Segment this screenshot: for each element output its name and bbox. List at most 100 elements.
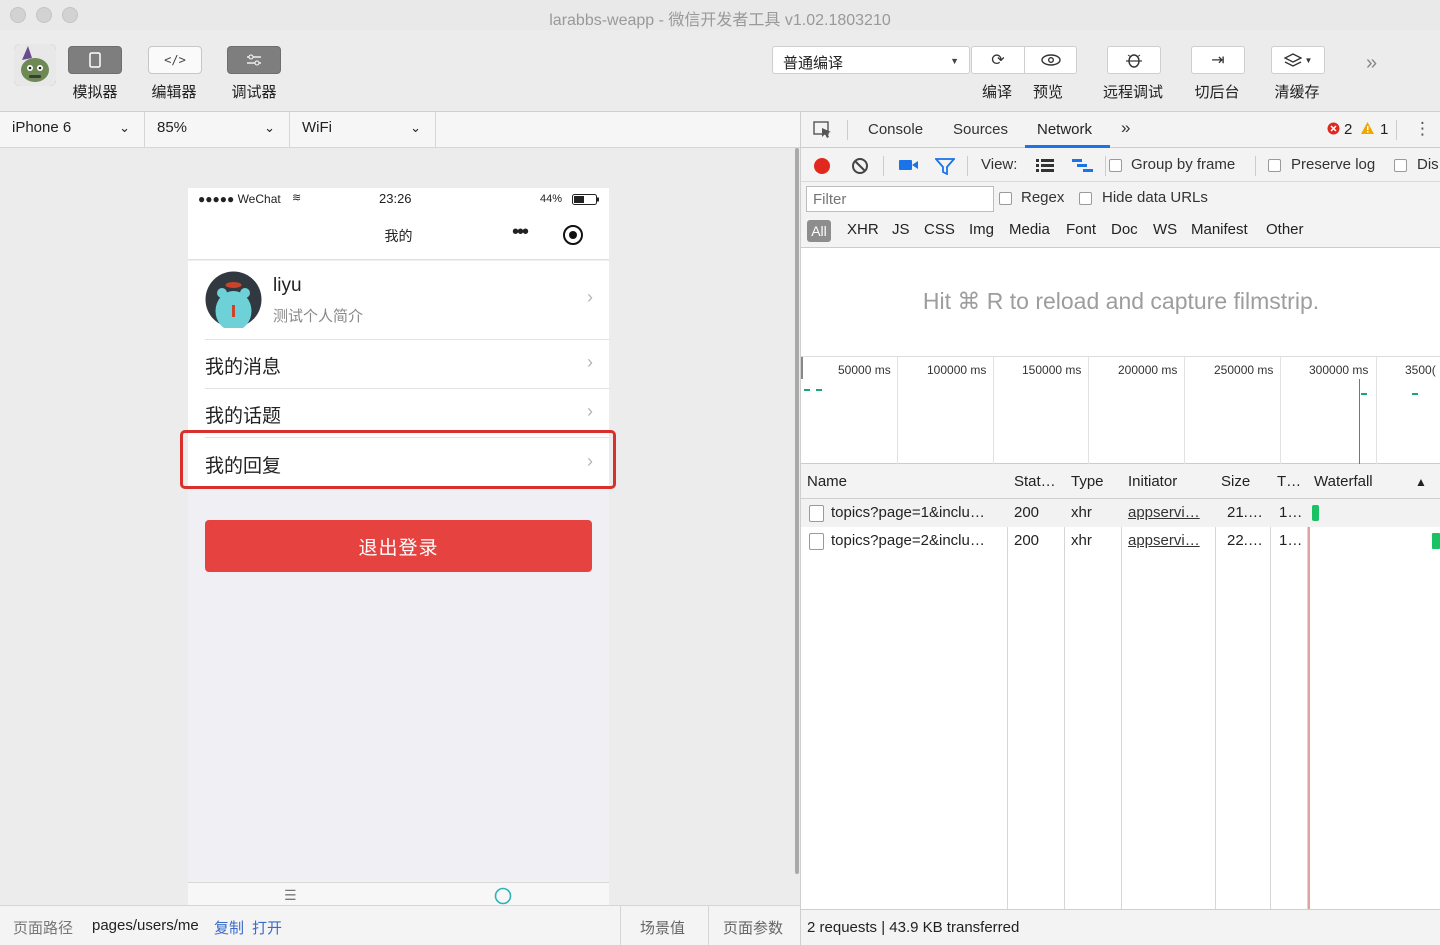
inspect-element-icon[interactable] [813,121,833,139]
request-initiator[interactable]: appservi… [1128,504,1210,521]
hide-data-urls-label: Hide data URLs [1102,189,1208,206]
column-header-waterfall[interactable]: Waterfall [1314,473,1373,490]
column-header-initiator[interactable]: Initiator [1128,473,1177,490]
filter-type-all[interactable]: All [807,220,831,242]
compile-preview-group: ⟳ [971,46,1077,74]
waterfall-load-line [1308,499,1310,909]
table-row[interactable]: topics?page=1&inclu… 200 xhr appservi… 2… [801,499,1440,527]
debugger-toggle-button[interactable] [227,46,281,74]
simulator-toggle-button[interactable] [68,46,122,74]
user-avatar[interactable] [14,44,56,86]
filter-type-js[interactable]: JS [892,221,910,238]
list-tab-icon[interactable]: ☰ [284,887,297,904]
page-params-button[interactable]: 页面参数 [723,917,783,938]
filter-type-xhr[interactable]: XHR [847,221,879,238]
filter-type-css[interactable]: CSS [924,221,955,238]
column-header-size[interactable]: Size [1221,473,1250,490]
network-overview[interactable]: 50000 ms 100000 ms 150000 ms 200000 ms 2… [801,356,1440,465]
table-row[interactable]: topics?page=2&inclu… 200 xhr appservi… 2… [801,527,1440,555]
filter-type-font[interactable]: Font [1066,221,1096,238]
warning-count[interactable]: 1 [1380,121,1388,138]
clear-cache-button[interactable]: ▼ [1271,46,1325,74]
column-header-type[interactable]: Type [1071,473,1104,490]
filter-type-media[interactable]: Media [1009,221,1050,238]
chevron-down-icon: ⌄ [264,120,275,135]
warning-icon [1361,122,1374,134]
bug-icon [1108,47,1160,73]
panel-splitter[interactable] [795,148,799,874]
devtools-panel: Console Sources Network » 2 1 ⋮ View: Gr… [800,112,1440,945]
disable-cache-checkbox[interactable] [1394,159,1407,172]
page-path-label: 页面路径 [13,920,74,937]
monster-avatar-icon [14,44,56,86]
preview-button[interactable] [1024,47,1076,73]
overview-load-line [1359,379,1360,465]
compile-button[interactable]: ⟳ [972,47,1024,73]
kebab-menu-icon[interactable]: ⋮ [1414,119,1431,139]
request-initiator[interactable]: appservi… [1128,532,1210,549]
preserve-log-checkbox[interactable] [1268,159,1281,172]
network-select[interactable]: WiFi ⌄ [290,112,436,147]
clear-cache-label: 清缓存 [1274,84,1320,101]
device-model-select[interactable]: iPhone 6 ⌄ [0,112,145,147]
zoom-value: 85% [157,119,188,136]
divider [883,156,884,176]
copy-path-link[interactable]: 复制 [214,917,244,938]
group-by-frame-checkbox[interactable] [1109,159,1122,172]
request-status: 200 [1014,532,1040,549]
clear-icon[interactable] [851,157,869,175]
filter-type-manifest[interactable]: Manifest [1191,221,1248,238]
tab-network[interactable]: Network [1037,121,1092,138]
file-icon [809,533,824,550]
regex-label: Regex [1021,189,1065,206]
overview-activity-mark [1361,393,1367,395]
more-tools-chevron-icon[interactable]: » [1366,52,1377,75]
divider [847,120,848,140]
regex-checkbox[interactable] [999,192,1012,205]
carrier-signal: ●●●●● WeChat [198,192,281,206]
waterfall-view-icon[interactable] [1072,159,1094,173]
profile-row[interactable]: liyu 测试个人简介 › [205,261,609,340]
overview-activity-mark [804,389,822,391]
filter-icon[interactable] [935,157,955,175]
scene-value-button[interactable]: 场景值 [640,917,685,938]
filter-type-other[interactable]: Other [1266,221,1304,238]
compile-mode-select[interactable]: 普通编译 ▼ [772,46,970,74]
zoom-select[interactable]: 85% ⌄ [145,112,290,147]
network-filter-bar: Regex Hide data URLs All XHR JS CSS Img … [801,182,1440,248]
column-header-time[interactable]: T… [1277,473,1301,490]
background-button[interactable]: ⇥ [1191,46,1245,74]
sliders-icon [247,54,261,66]
logout-button[interactable]: 退出登录 [205,520,592,572]
close-miniprogram-icon[interactable] [562,224,584,246]
error-count[interactable]: 2 [1344,121,1352,138]
remote-debug-button[interactable] [1107,46,1161,74]
preview-label: 预览 [1032,84,1063,101]
wifi-icon: ≋ [292,192,302,204]
request-name: topics?page=1&inclu… [831,504,985,521]
column-header-status[interactable]: Stat… [1014,473,1056,490]
tab-console[interactable]: Console [868,121,923,138]
filter-type-ws[interactable]: WS [1153,221,1177,238]
menu-item-messages[interactable]: 我的消息 › [205,340,609,389]
user-tab-icon[interactable] [494,887,512,905]
record-icon[interactable] [813,157,831,175]
open-path-link[interactable]: 打开 [252,917,282,938]
filter-type-img[interactable]: Img [969,221,994,238]
column-header-name[interactable]: Name [807,473,847,490]
menu-item-label: 我的消息 [205,357,282,378]
sort-ascending-icon[interactable]: ▲ [1415,475,1427,489]
nav-title: 我的 [384,228,413,244]
hide-data-urls-checkbox[interactable] [1079,192,1092,205]
editor-toggle-button[interactable]: </> [148,46,202,74]
tab-sources[interactable]: Sources [953,121,1008,138]
more-dots-icon[interactable]: ••• [512,221,529,244]
list-view-icon[interactable] [1036,159,1054,173]
filter-type-doc[interactable]: Doc [1111,221,1138,238]
filter-input[interactable] [806,186,994,212]
network-value: WiFi [302,119,332,136]
window-title: larabbs-weapp - 微信开发者工具 v1.02.1803210 [549,12,891,29]
code-icon: </> [164,53,186,67]
camera-icon[interactable] [899,159,919,171]
more-tabs-icon[interactable]: » [1121,118,1130,138]
